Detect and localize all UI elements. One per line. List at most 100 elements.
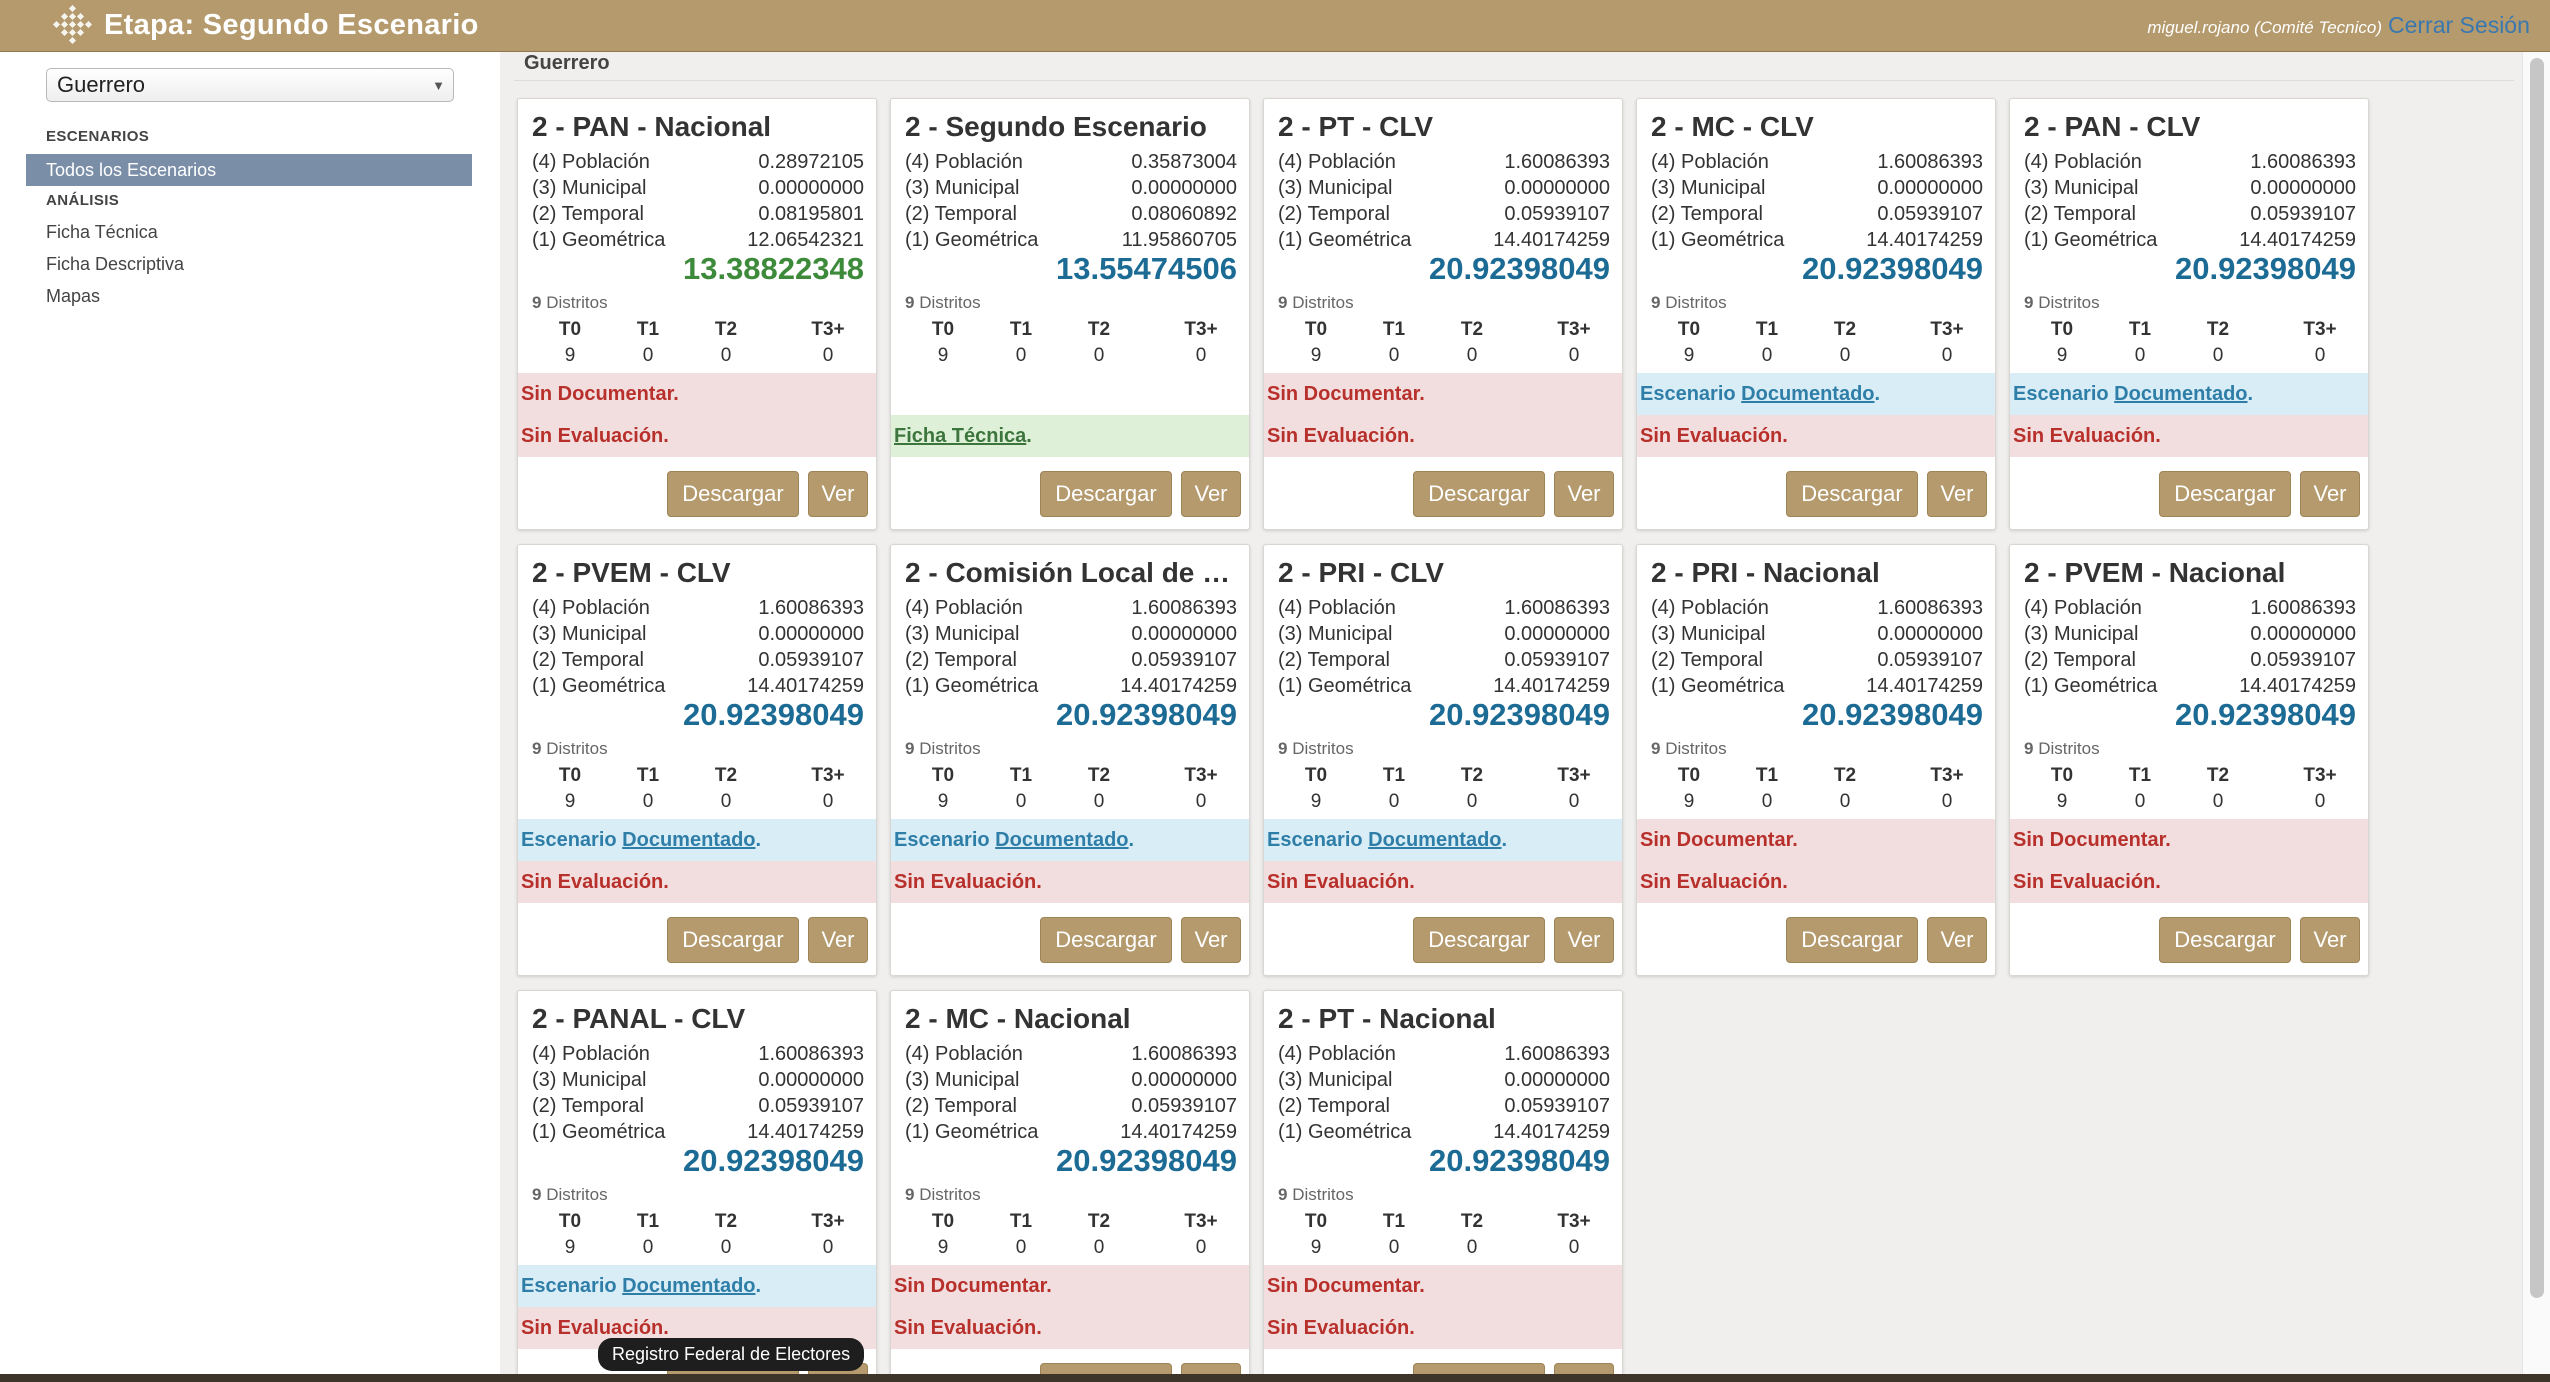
metric-value: 0.00000000 bbox=[2250, 623, 2356, 645]
vertical-scrollbar[interactable] bbox=[2522, 52, 2550, 1382]
documentado-link[interactable]: Documentado bbox=[995, 829, 1128, 851]
distritos-label: Distritos bbox=[546, 293, 608, 312]
documentado-link[interactable]: Documentado bbox=[2114, 383, 2247, 405]
view-button[interactable]: Ver bbox=[808, 917, 868, 963]
t-header: T2 bbox=[1087, 319, 1111, 340]
card-title: 2 - PRI - CLV bbox=[1278, 557, 1444, 588]
doc-status-prefix: Escenario bbox=[1640, 383, 1736, 405]
download-button[interactable]: Descargar bbox=[667, 917, 799, 963]
metric-value: 1.60086393 bbox=[2250, 151, 2356, 173]
download-button[interactable]: Descargar bbox=[1040, 471, 1172, 517]
t-header-row: T0 T1 T2 T3+ bbox=[2024, 319, 2344, 343]
metric-value: 0.05939107 bbox=[1877, 649, 1983, 671]
scenario-card: 2 - MC - CLV (4) Población 1.60086393 (3) M… bbox=[1636, 98, 1996, 530]
t-header: T0 bbox=[558, 319, 582, 340]
metric-label: (2) Temporal bbox=[2024, 203, 2136, 225]
t-value-row: 9 0 0 0 bbox=[1651, 791, 1971, 815]
download-button[interactable]: Descargar bbox=[2159, 917, 2291, 963]
metric-value: 14.40174259 bbox=[1866, 229, 1983, 251]
t-header: T2 bbox=[1833, 765, 1857, 786]
documentado-link[interactable]: Documentado bbox=[622, 829, 755, 851]
logout-link[interactable]: Cerrar Sesión bbox=[2388, 12, 2550, 39]
t-header: T1 bbox=[1009, 1211, 1033, 1232]
metric-label: (1) Geométrica bbox=[1651, 229, 1785, 251]
t-header-row: T0 T1 T2 T3+ bbox=[905, 765, 1225, 789]
sidebar-item-todos-escenarios[interactable]: Todos los Escenarios bbox=[26, 154, 472, 186]
t-header: T2 bbox=[1460, 765, 1484, 786]
view-button[interactable]: Ver bbox=[1927, 917, 1987, 963]
metric-label: (2) Temporal bbox=[1651, 203, 1763, 225]
distritos-count: 9 Distritos bbox=[2024, 293, 2100, 313]
download-button[interactable]: Descargar bbox=[1040, 917, 1172, 963]
card-title: 2 - PVEM - Nacional bbox=[2024, 557, 2286, 588]
download-button[interactable]: Descargar bbox=[1413, 471, 1545, 517]
metric-value: 0.00000000 bbox=[1504, 1069, 1610, 1091]
distritos-label: Distritos bbox=[2038, 293, 2100, 312]
metric-label: (2) Temporal bbox=[905, 203, 1017, 225]
metric-row: (3) Municipal 0.00000000 bbox=[1278, 177, 1610, 203]
metric-row: (2) Temporal 0.05939107 bbox=[532, 649, 864, 675]
view-button[interactable]: Ver bbox=[1181, 917, 1241, 963]
scenario-card: 2 - PANAL - CLV (4) Población 1.60086393 (3… bbox=[517, 990, 877, 1382]
metric-label: (2) Temporal bbox=[1651, 649, 1763, 671]
t-value: 0 bbox=[720, 1237, 732, 1258]
download-button[interactable]: Descargar bbox=[2159, 471, 2291, 517]
distritos-count: 9 Distritos bbox=[1278, 1185, 1354, 1205]
t-value: 0 bbox=[1568, 345, 1580, 366]
download-button[interactable]: Descargar bbox=[1786, 917, 1918, 963]
download-button[interactable]: Descargar bbox=[1413, 917, 1545, 963]
view-button[interactable]: Ver bbox=[1554, 917, 1614, 963]
t-value: 0 bbox=[1466, 1237, 1478, 1258]
view-button[interactable]: Ver bbox=[808, 471, 868, 517]
t-value: 9 bbox=[1310, 791, 1322, 812]
distritos-count: 9 Distritos bbox=[532, 293, 608, 313]
metric-value: 0.05939107 bbox=[1877, 203, 1983, 225]
view-button[interactable]: Ver bbox=[2300, 471, 2360, 517]
state-select[interactable]: Guerrero ▼ bbox=[46, 68, 454, 102]
metric-label: (3) Municipal bbox=[1278, 177, 1393, 199]
sidebar: Guerrero ▼ ESCENARIOS Todos los Escenari… bbox=[0, 52, 500, 1382]
view-button[interactable]: Ver bbox=[1554, 471, 1614, 517]
main-content: Guerrero 2 - PAN - Nacional (4) Población… bbox=[500, 52, 2522, 1382]
metric-label: (3) Municipal bbox=[2024, 177, 2139, 199]
sidebar-item-ficha-tecnica[interactable]: Ficha Técnica bbox=[46, 222, 158, 243]
view-button[interactable]: Ver bbox=[1181, 471, 1241, 517]
documentado-link[interactable]: Documentado bbox=[1741, 383, 1874, 405]
t-value-row: 9 0 0 0 bbox=[532, 345, 852, 369]
distritos-number: 9 bbox=[532, 293, 542, 312]
view-button[interactable]: Ver bbox=[1927, 471, 1987, 517]
metric-label: (3) Municipal bbox=[532, 1069, 647, 1091]
documentado-link[interactable]: Documentado bbox=[1368, 829, 1501, 851]
metric-value: 12.06542321 bbox=[747, 229, 864, 251]
documentado-link[interactable]: Documentado bbox=[622, 1275, 755, 1297]
metric-value: 0.00000000 bbox=[1131, 1069, 1237, 1091]
doc-status: Sin Documentar. bbox=[1264, 373, 1622, 415]
metric-value: 0.05939107 bbox=[1131, 649, 1237, 671]
card-title: 2 - Comisión Local de Vigilancia bbox=[905, 557, 1237, 588]
t-value: 0 bbox=[1761, 345, 1773, 366]
t-header-row: T0 T1 T2 T3+ bbox=[1651, 319, 1971, 343]
t-header: T2 bbox=[1833, 319, 1857, 340]
metric-value: 14.40174259 bbox=[1493, 675, 1610, 697]
download-button[interactable]: Descargar bbox=[1786, 471, 1918, 517]
t-header: T1 bbox=[636, 1211, 660, 1232]
total-score: 20.92398049 bbox=[2174, 251, 2356, 286]
t-value: 0 bbox=[2314, 791, 2326, 812]
scrollbar-thumb[interactable] bbox=[2530, 58, 2544, 1298]
t-value-row: 9 0 0 0 bbox=[2024, 345, 2344, 369]
sidebar-item-mapas[interactable]: Mapas bbox=[46, 286, 100, 307]
download-button[interactable]: Descargar bbox=[667, 471, 799, 517]
metric-row: (2) Temporal 0.08060892 bbox=[905, 203, 1237, 229]
t-value: 0 bbox=[2134, 345, 2146, 366]
bottom-strip bbox=[0, 1374, 2550, 1382]
card-title: 2 - MC - CLV bbox=[1651, 111, 1814, 142]
ficha-tecnica-link[interactable]: Ficha Técnica bbox=[894, 425, 1026, 447]
view-button[interactable]: Ver bbox=[2300, 917, 2360, 963]
metric-label: (4) Población bbox=[905, 597, 1023, 619]
t-header: T0 bbox=[558, 1211, 582, 1232]
metric-value: 14.40174259 bbox=[747, 1121, 864, 1143]
sidebar-item-ficha-descriptiva[interactable]: Ficha Descriptiva bbox=[46, 254, 184, 275]
metric-label: (4) Población bbox=[2024, 151, 2142, 173]
t-header: T2 bbox=[714, 1211, 738, 1232]
t-value: 0 bbox=[1093, 791, 1105, 812]
